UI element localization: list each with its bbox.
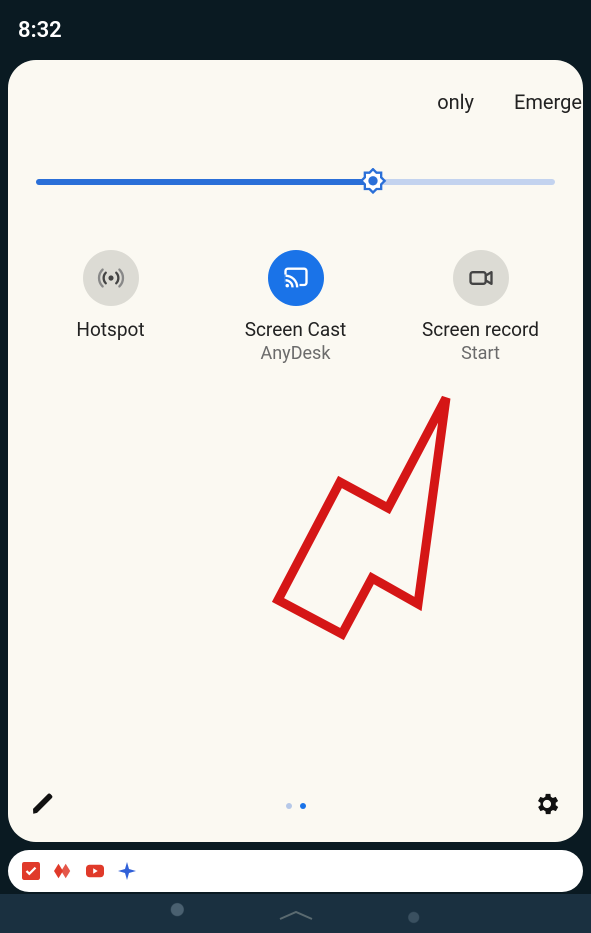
page-dot bbox=[286, 803, 292, 809]
hotspot-icon bbox=[97, 264, 125, 292]
notif-sparkle-icon bbox=[118, 862, 136, 880]
tile-hotspot-labels: Hotspot bbox=[76, 318, 144, 343]
gear-icon bbox=[533, 790, 561, 818]
tile-hotspot-label: Hotspot bbox=[76, 318, 144, 341]
annotation-arrow bbox=[268, 390, 498, 660]
pencil-icon bbox=[30, 791, 56, 817]
tile-hotspot[interactable]: Hotspot bbox=[18, 250, 203, 364]
qs-top-text-emergency[interactable]: Emergen bbox=[514, 90, 583, 114]
tile-cast-sub: AnyDesk bbox=[245, 343, 347, 364]
settings-button[interactable] bbox=[533, 790, 561, 822]
cast-icon bbox=[282, 264, 310, 292]
tile-record-labels: Screen record Start bbox=[422, 318, 539, 364]
tile-cast-labels: Screen Cast AnyDesk bbox=[245, 318, 347, 364]
tile-record-sub: Start bbox=[422, 343, 539, 364]
qs-tiles-row: Hotspot Screen Cast AnyDesk bbox=[8, 250, 583, 364]
notif-anydesk-icon bbox=[54, 862, 72, 880]
tile-record-label: Screen record bbox=[422, 318, 539, 341]
tile-screen-record[interactable]: Screen record Start bbox=[388, 250, 573, 364]
chevron-up-icon bbox=[276, 909, 316, 921]
notif-youtube-icon bbox=[86, 862, 104, 880]
brightness-slider[interactable] bbox=[36, 162, 555, 202]
qs-footer bbox=[8, 784, 583, 832]
edit-button[interactable] bbox=[30, 791, 56, 821]
brightness-icon bbox=[359, 168, 387, 196]
tile-screen-cast[interactable]: Screen Cast AnyDesk bbox=[203, 250, 388, 364]
notification-bar[interactable] bbox=[8, 850, 583, 892]
tile-record-icon-bg bbox=[453, 250, 509, 306]
tile-cast-label: Screen Cast bbox=[245, 318, 347, 341]
brightness-fill bbox=[36, 179, 373, 185]
nav-handle[interactable] bbox=[276, 906, 316, 925]
status-time: 8:32 bbox=[18, 18, 62, 43]
page-dot-active bbox=[300, 803, 306, 809]
qs-top-row: only Emergen bbox=[8, 84, 583, 114]
notif-todo-icon bbox=[22, 862, 40, 880]
status-bar: 8:32 bbox=[0, 0, 591, 60]
page-indicator bbox=[8, 803, 583, 809]
brightness-thumb[interactable] bbox=[359, 168, 387, 196]
quick-settings-panel: only Emergen Hotspot bbox=[8, 60, 583, 842]
videocam-icon bbox=[467, 264, 495, 292]
tile-cast-icon-bg bbox=[268, 250, 324, 306]
qs-top-text-only[interactable]: only bbox=[437, 90, 474, 114]
tile-hotspot-icon-bg bbox=[83, 250, 139, 306]
